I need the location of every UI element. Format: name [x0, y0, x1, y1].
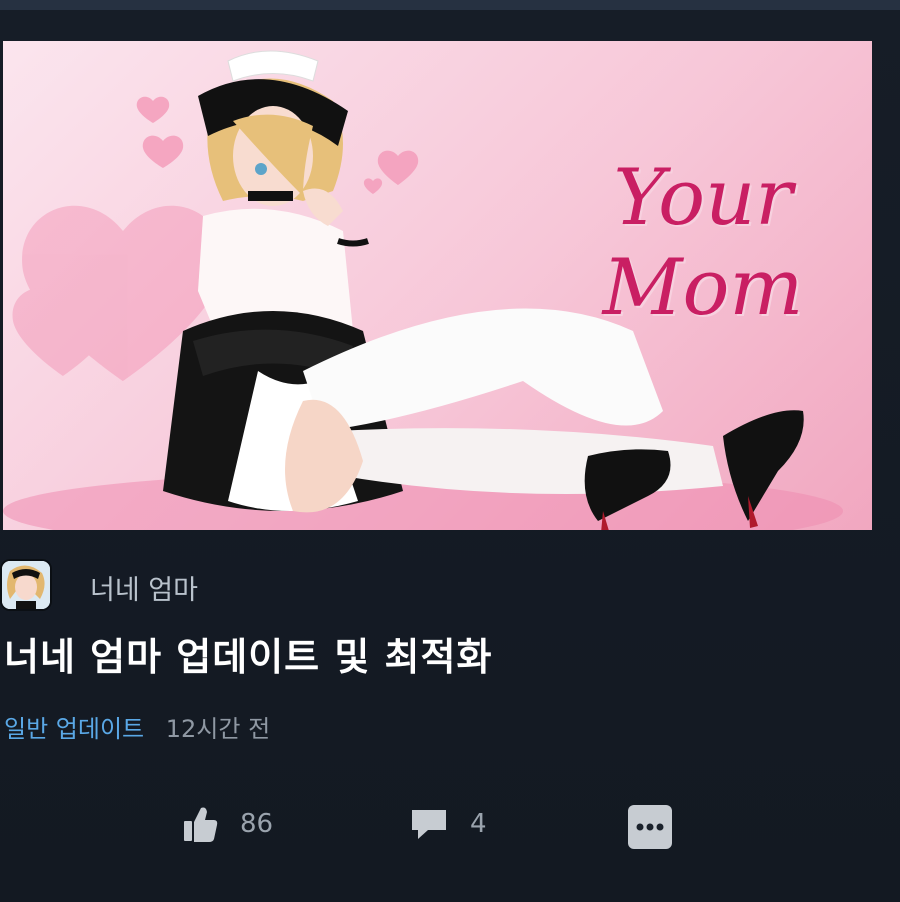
like-count: 86 — [240, 809, 274, 839]
comment-button[interactable]: 4 — [410, 806, 487, 842]
hero-image[interactable]: Your Mom — [3, 41, 872, 530]
game-icon-image — [2, 561, 50, 609]
post-title[interactable]: 너네 엄마 업데이트 및 최적화 — [4, 626, 492, 681]
top-divider — [0, 0, 900, 10]
comment-count: 4 — [470, 809, 487, 839]
game-icon[interactable] — [2, 561, 50, 609]
post-meta: 일반 업데이트 12시간 전 — [4, 709, 270, 744]
like-button[interactable]: 86 — [184, 806, 273, 842]
category-link[interactable]: 일반 업데이트 — [4, 715, 144, 743]
post-time: 12시간 전 — [165, 715, 271, 743]
game-name[interactable]: 너네 엄마 — [90, 568, 198, 607]
comment-icon — [412, 810, 446, 839]
update-post-page: Your Mom 너네 엄마 너네 엄마 업데이트 및 최적화 일반 업데이트 … — [0, 0, 900, 902]
hero-title-line-2: Mom — [602, 243, 804, 333]
more-button[interactable] — [628, 805, 672, 849]
more-icon — [628, 805, 672, 849]
hero-title-line-1: Your — [613, 153, 793, 243]
thumbs-up-icon — [184, 807, 218, 842]
hero-title: Your Mom — [563, 153, 843, 333]
